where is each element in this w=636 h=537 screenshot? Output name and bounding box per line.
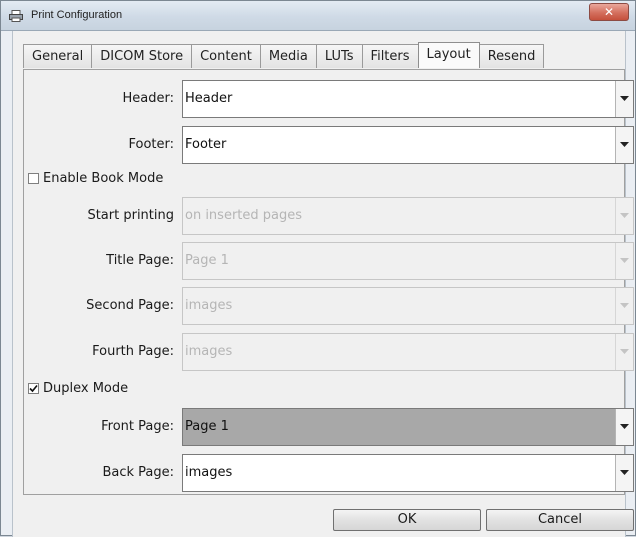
tab-content[interactable]: Content (191, 44, 261, 68)
start-printing-label: Start printing (87, 208, 174, 223)
chevron-down-icon (615, 198, 633, 234)
footer-value: Footer (185, 137, 227, 152)
chevron-down-icon (615, 334, 633, 370)
front-page-label: Front Page: (101, 419, 174, 434)
chevron-down-icon[interactable] (615, 455, 633, 491)
tab-dicom-store[interactable]: DICOM Store (91, 44, 193, 68)
title-page-dropdown: Page 1 (182, 242, 634, 280)
printer-icon (9, 10, 23, 22)
chevron-down-icon (615, 243, 633, 279)
header-dropdown[interactable]: Header (182, 80, 634, 118)
duplex-mode-label: Duplex Mode (43, 381, 129, 396)
header-value: Header (185, 91, 233, 106)
chevron-down-icon (615, 288, 633, 324)
start-printing-value: on inserted pages (185, 208, 303, 223)
tab-general[interactable]: General (23, 44, 93, 68)
duplex-mode-checkbox[interactable] (28, 383, 39, 394)
dialog-content: General DICOM Store Content Media LUTs F… (12, 31, 634, 537)
tab-media[interactable]: Media (259, 44, 317, 68)
ok-button[interactable]: OK (333, 509, 481, 531)
book-mode-checkbox[interactable] (28, 173, 39, 184)
title-bar[interactable]: Print Configuration ✕ (1, 1, 635, 31)
footer-label: Footer: (128, 137, 174, 152)
cancel-button[interactable]: Cancel (486, 509, 634, 531)
close-button[interactable]: ✕ (589, 3, 629, 21)
checkmark-icon (29, 384, 38, 393)
second-page-label: Second Page: (86, 298, 174, 313)
tab-luts[interactable]: LUTs (315, 44, 363, 68)
tab-filters[interactable]: Filters (361, 44, 419, 68)
front-page-dropdown[interactable]: Page 1 (182, 408, 634, 446)
fourth-page-label: Fourth Page: (92, 344, 174, 359)
book-mode-checkbox-row[interactable]: Enable Book Mode (28, 171, 163, 186)
front-page-value: Page 1 (185, 419, 229, 434)
book-mode-label: Enable Book Mode (43, 171, 164, 186)
tab-strip: General DICOM Store Content Media LUTs F… (23, 42, 545, 69)
header-label: Header: (122, 91, 175, 106)
footer-dropdown[interactable]: Footer (182, 126, 634, 164)
back-page-dropdown[interactable]: images (182, 454, 634, 492)
window-title: Print Configuration (31, 9, 123, 21)
chevron-down-icon[interactable] (615, 127, 633, 163)
fourth-page-dropdown: images (182, 333, 634, 371)
second-page-dropdown: images (182, 287, 634, 325)
title-page-value: Page 1 (185, 253, 229, 268)
tab-layout[interactable]: Layout (417, 42, 480, 68)
print-configuration-window: Print Configuration ✕ General DICOM Stor… (0, 0, 636, 537)
fourth-page-value: images (185, 344, 233, 359)
layout-panel: Header: Header Footer: Footer Enable Boo… (23, 69, 634, 495)
tab-resend[interactable]: Resend (478, 44, 545, 68)
second-page-value: images (185, 298, 233, 313)
start-printing-dropdown: on inserted pages (182, 197, 634, 235)
chevron-down-icon[interactable] (615, 81, 633, 117)
duplex-mode-checkbox-row[interactable]: Duplex Mode (28, 381, 128, 396)
close-icon: ✕ (603, 5, 615, 19)
back-page-value: images (185, 465, 233, 480)
chevron-down-icon[interactable] (615, 409, 633, 445)
back-page-label: Back Page: (102, 465, 174, 480)
title-page-label: Title Page: (106, 253, 174, 268)
